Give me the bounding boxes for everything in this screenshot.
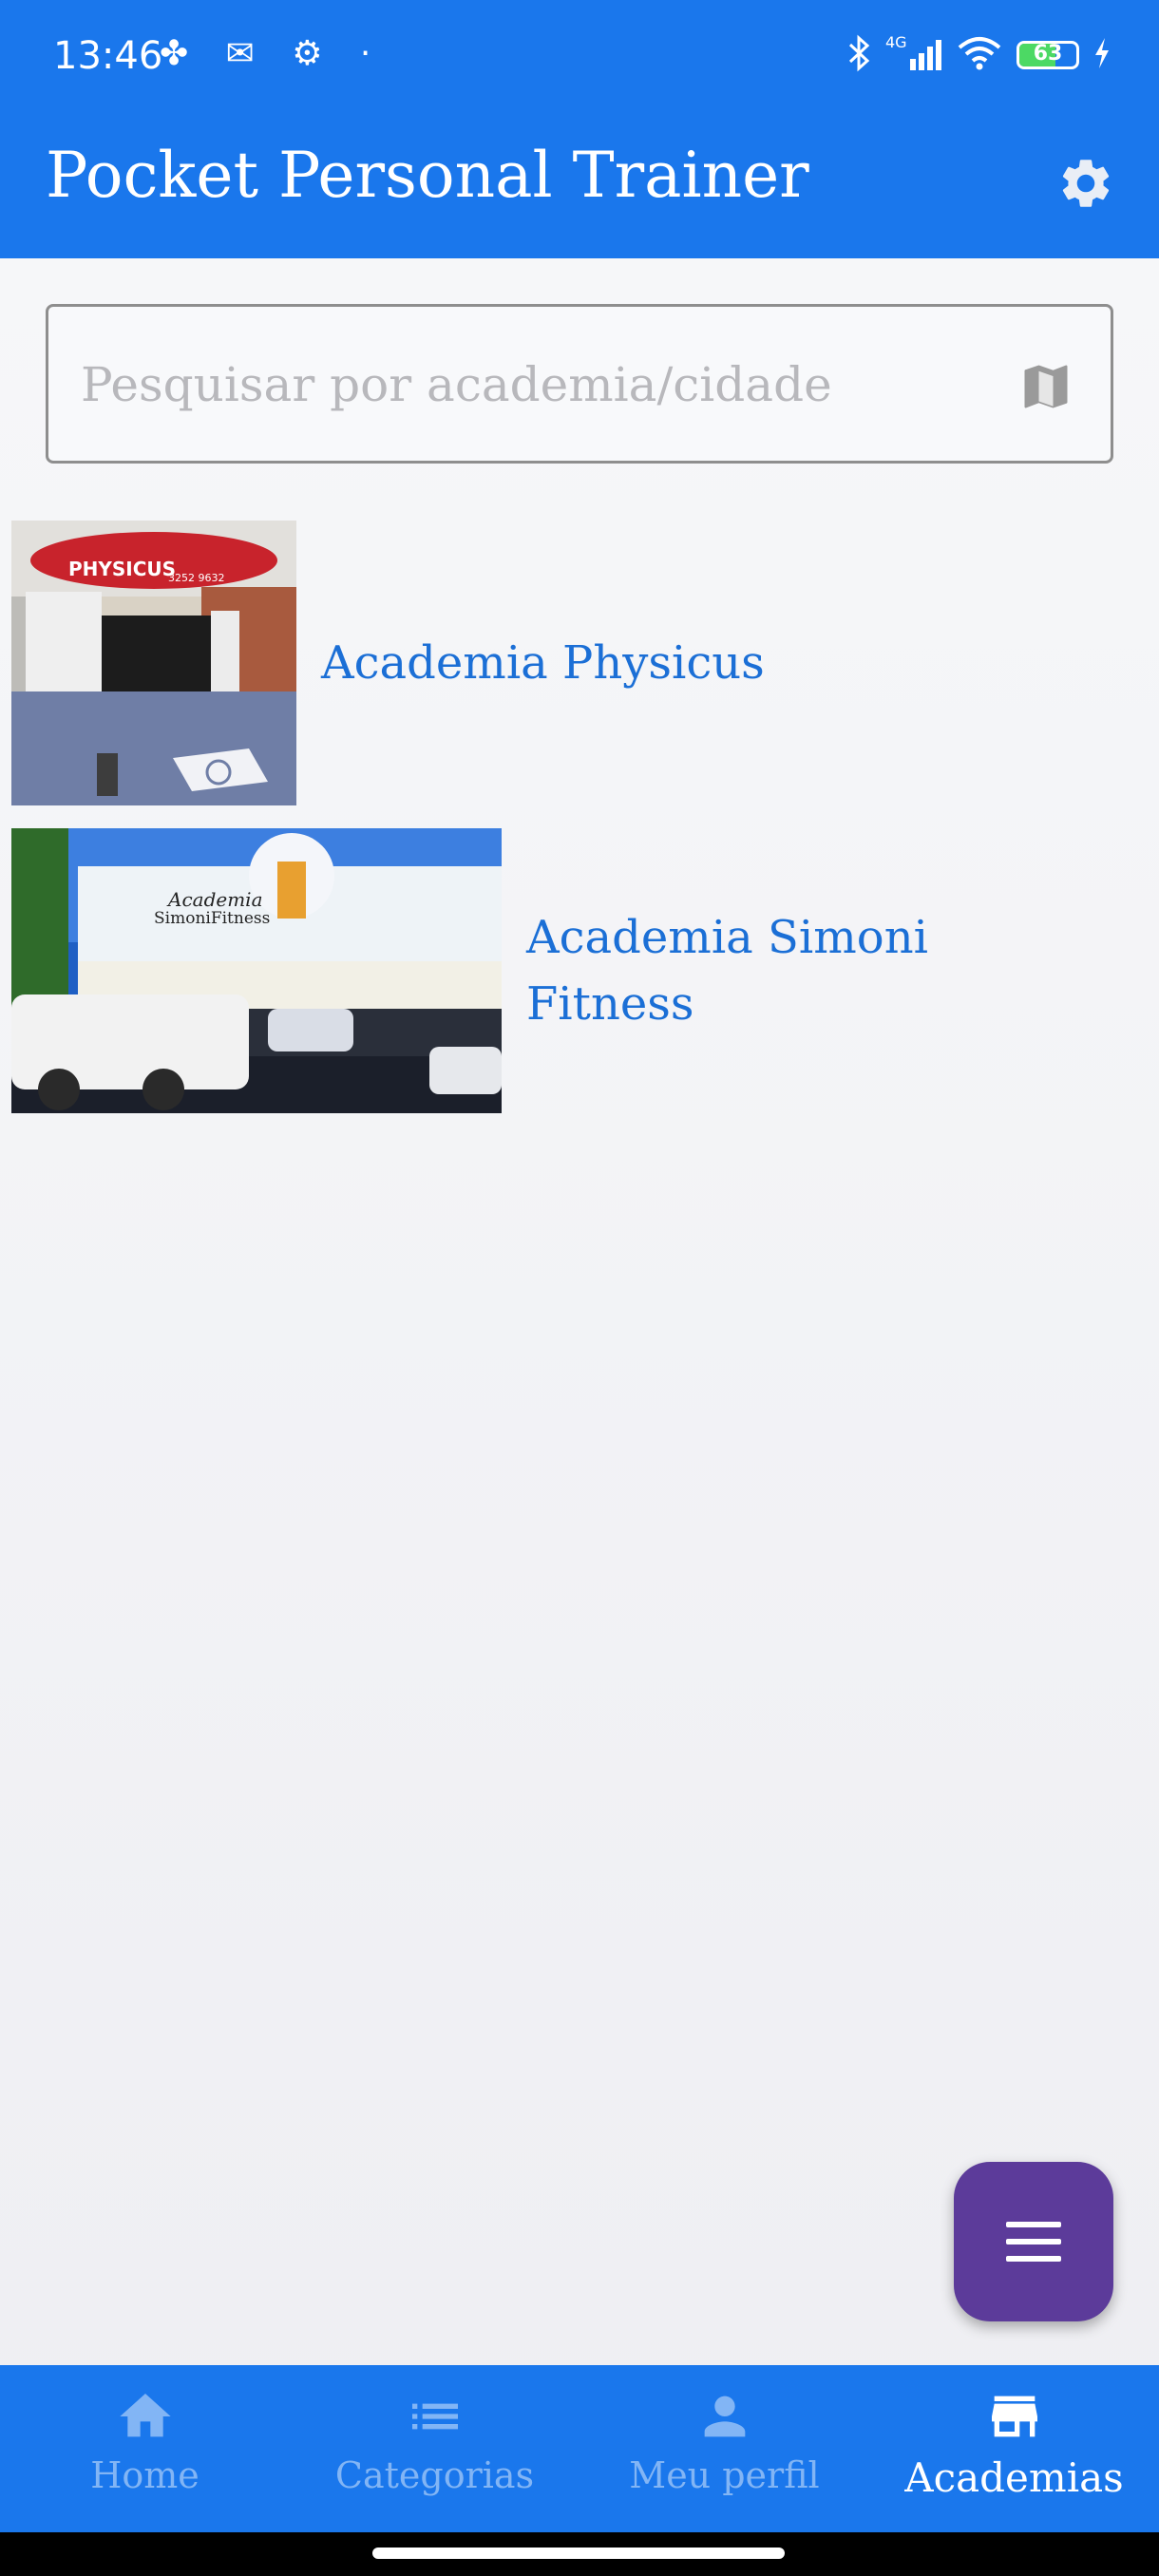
bottom-navigation: Home Categorias Meu perfil Academias [0,2365,1159,2532]
home-indicator[interactable] [372,2548,785,2559]
gym-name[interactable]: Academia Simoni Fitness [526,904,928,1037]
status-right-icons: 4G 63 [847,33,1112,76]
gym-photo-physicus: PHYSICUS 3252 9632 [11,521,296,805]
store-icon [991,2396,1037,2437]
gym-name[interactable]: Academia Physicus [321,630,765,696]
nav-label: Academias [904,2454,1124,2501]
gym-name-line: Academia Simoni [526,911,928,964]
nav-academias[interactable]: Academias [869,2365,1159,2532]
nav-meu-perfil[interactable]: Meu perfil [580,2365,869,2532]
app-bar: Pocket Personal Trainer [0,112,1159,258]
menu-fab[interactable] [954,2162,1113,2321]
map-icon[interactable] [1017,358,1074,415]
status-bar: 13:46 ✤ ✉ ⚙ · 4G 63 [0,0,1159,112]
battery-level: 63 [1033,42,1063,66]
list-icon [411,2403,458,2430]
sign-simoni: SimoniFitness [154,909,270,928]
system-navigation-bar [0,2532,1159,2576]
sign-phone: 3252 9632 [168,572,225,584]
gym-name-line: Fitness [526,977,694,1031]
sign-academia: Academia [166,888,263,911]
person-icon [704,2396,745,2437]
gym-list-item[interactable]: PHYSICUS 3252 9632 Academia Physicus [11,521,765,805]
status-notification-icons: ✤ ✉ ⚙ · [160,34,385,73]
wifi-icon [956,34,1003,76]
gear-icon [1062,160,1110,207]
app-title: Pocket Personal Trainer [46,139,809,212]
home-icon [119,2394,171,2437]
nav-home[interactable]: Home [0,2365,290,2532]
nav-categorias[interactable]: Categorias [290,2365,580,2532]
battery-icon: 63 [1016,41,1079,69]
nav-label: Categorias [334,2454,535,2496]
search-input[interactable] [79,349,985,421]
signal-icon: 4G [885,33,942,76]
nav-label: Home [90,2454,200,2496]
charging-icon [1092,36,1112,74]
nav-label: Meu perfil [629,2454,820,2496]
search-field[interactable] [46,304,1113,464]
gym-photo-simoni: Academia SimoniFitness [11,828,502,1113]
gym-list-item[interactable]: Academia SimoniFitness Academia Simoni F… [11,828,928,1113]
bluetooth-icon [847,34,872,76]
settings-button[interactable] [1053,150,1119,217]
network-type-label: 4G [885,34,907,51]
sign-text-physicus: PHYSICUS [68,558,176,580]
menu-icon [1006,2222,1061,2262]
status-time: 13:46 [53,34,163,78]
